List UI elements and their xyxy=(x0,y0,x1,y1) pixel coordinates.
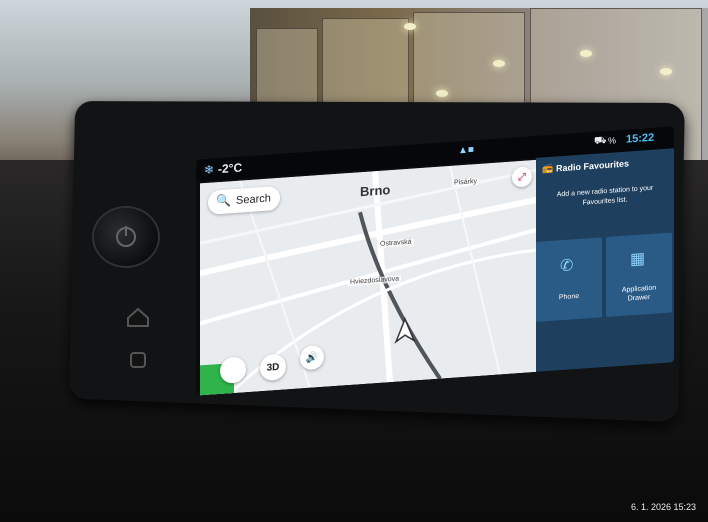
right-panel: 📻 Radio Favourites Add a new radio stati… xyxy=(536,148,674,372)
infotainment-screen: ❄ -2°C ▲■ ⛟ % 15:22 🔍 Search Brno Ostrav… xyxy=(196,126,674,396)
ceiling-lamp xyxy=(436,90,448,97)
power-knob[interactable] xyxy=(92,206,160,268)
app-drawer-icon: ▦ xyxy=(630,250,646,269)
ceiling-lamp xyxy=(404,23,416,30)
outside-temperature: -2°C xyxy=(218,160,243,177)
search-button[interactable]: 🔍 Search xyxy=(208,185,280,215)
back-button[interactable] xyxy=(118,344,158,376)
phone-tile[interactable]: ✆ Phone xyxy=(536,237,602,322)
search-icon: 🔍 xyxy=(216,193,231,209)
speaker-icon: 🔊 xyxy=(305,351,319,364)
photo-scene: ❄ -2°C ▲■ ⛟ % 15:22 🔍 Search Brno Ostrav… xyxy=(0,0,708,522)
battery-indicator: % xyxy=(608,135,617,146)
navigation-indicator-icon: ▲■ xyxy=(458,144,474,157)
phone-tile-label: Phone xyxy=(558,292,580,302)
home-icon xyxy=(127,307,149,327)
snowflake-icon: ❄ xyxy=(204,162,215,178)
car-icon: ⛟ xyxy=(594,135,607,147)
home-button[interactable] xyxy=(118,296,158,336)
power-icon xyxy=(116,226,136,247)
expand-icon: ⤢ xyxy=(518,171,526,183)
panel-message: Add a new radio station to your Favourit… xyxy=(556,184,654,207)
ceiling-lamp xyxy=(580,50,592,57)
search-label: Search xyxy=(236,192,271,207)
clock: 15:22 xyxy=(626,131,655,146)
radio-icon: 📻 xyxy=(542,162,554,174)
app-drawer-label: Application Drawer xyxy=(621,284,657,303)
app-drawer-tile[interactable]: ▦ Application Drawer xyxy=(606,232,672,318)
panel-title: Radio Favourites xyxy=(556,158,630,174)
map-city-label: Brno xyxy=(360,182,391,200)
3d-mode-label: 3D xyxy=(266,361,280,374)
ceiling-lamp xyxy=(660,68,672,75)
phone-icon: ✆ xyxy=(560,257,574,276)
back-icon xyxy=(130,352,146,368)
ceiling-lamp xyxy=(493,60,505,67)
navigation-map[interactable]: 🔍 Search Brno Ostravská Hviezdoslavova P… xyxy=(200,159,536,396)
photo-timestamp: 6. 1. 2026 15:23 xyxy=(630,502,696,512)
